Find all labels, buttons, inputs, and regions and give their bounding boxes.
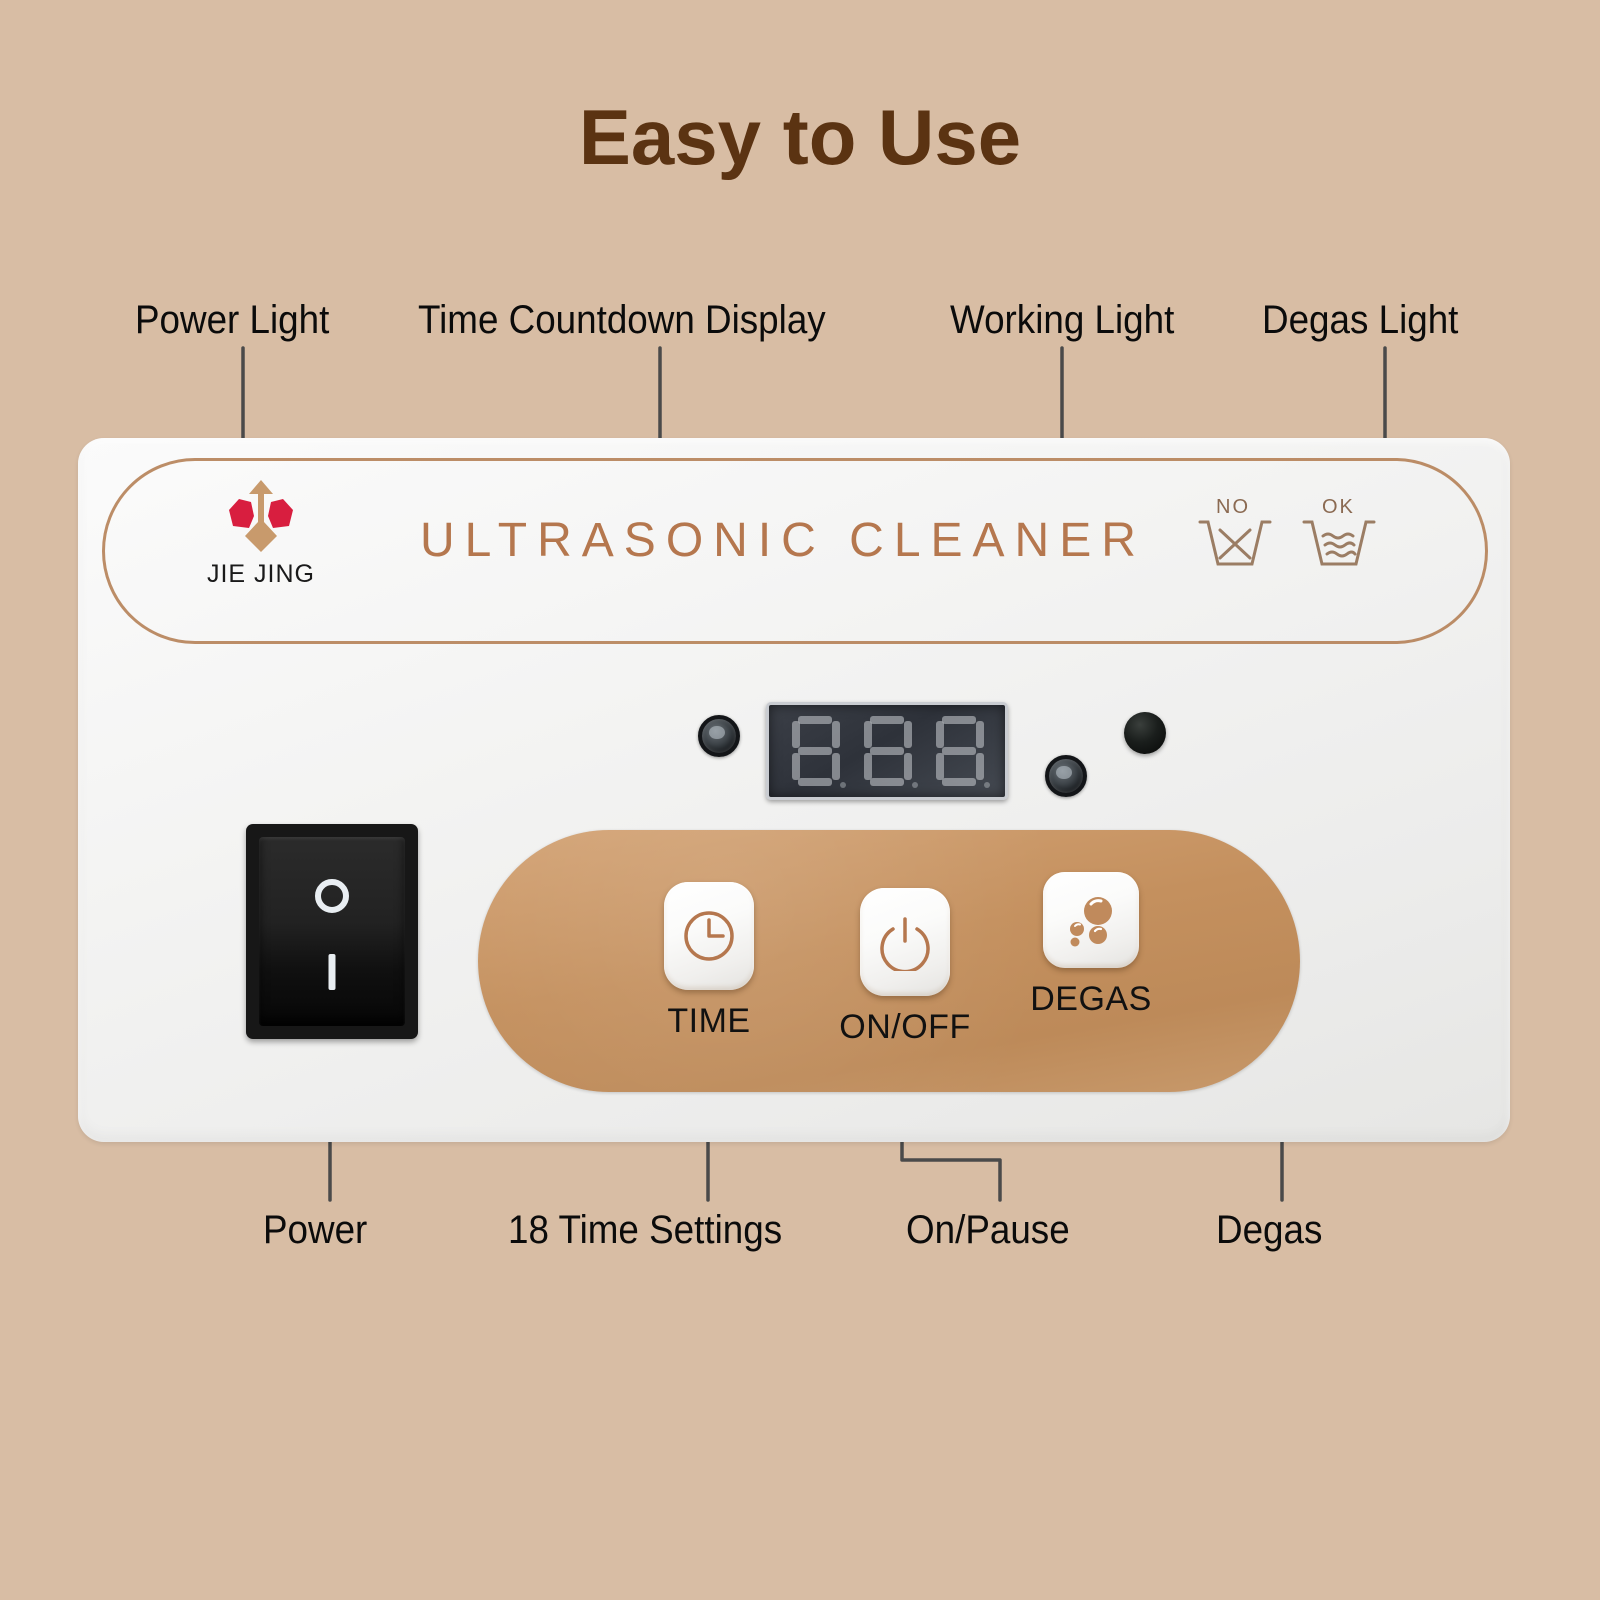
callout-time-countdown-display: Time Countdown Display: [418, 298, 826, 342]
time-button[interactable]: [664, 882, 754, 990]
brand-logo: JIE JING: [176, 478, 346, 589]
display-digit-1: [788, 714, 846, 788]
bubbles-icon: [1070, 897, 1112, 947]
usage-icons: NO OK: [1194, 496, 1394, 576]
rocker-on-symbol-icon: [328, 954, 336, 991]
callout-on-pause: On/Pause: [906, 1208, 1070, 1252]
callout-power-light: Power Light: [135, 298, 330, 342]
callout-power: Power: [263, 1208, 368, 1252]
callout-degas: Degas: [1216, 1208, 1323, 1252]
degas-button-group: DEGAS: [1016, 872, 1166, 1019]
power-icon: [880, 917, 930, 971]
power-rocker-switch[interactable]: [246, 824, 418, 1039]
power-light: [698, 715, 740, 757]
page-title: Easy to Use: [578, 93, 1022, 181]
jiejing-logo-icon: [209, 478, 313, 556]
display-digit-2: [860, 714, 918, 788]
clock-icon: [684, 911, 734, 961]
working-light: [1045, 755, 1087, 797]
onoff-button-label: ON/OFF: [839, 1008, 971, 1046]
callout-degas-light: Degas Light: [1262, 298, 1459, 342]
button-pad: TIME ON/OFF DEGAS: [478, 830, 1300, 1092]
brand-name: JIE JING: [206, 560, 315, 588]
time-countdown-display: [766, 702, 1008, 800]
display-digit-3: [932, 714, 990, 788]
callout-working-light: Working Light: [950, 298, 1175, 342]
rocker-off-symbol-icon: [315, 878, 349, 913]
rocker-face[interactable]: [259, 837, 405, 1026]
time-button-group: TIME: [634, 882, 784, 1041]
degas-button[interactable]: [1043, 872, 1139, 968]
page-root: Easy to Use Power Light Time Countdown D…: [0, 0, 1600, 1600]
onoff-button-group: ON/OFF: [830, 888, 980, 1047]
degas-button-label: DEGAS: [1030, 980, 1152, 1018]
callout-18-time-settings: 18 Time Settings: [508, 1208, 783, 1252]
time-button-label: TIME: [667, 1002, 751, 1040]
basin-ok-icon: [1302, 520, 1376, 566]
product-name: ULTRASONIC CLEANER: [420, 514, 1146, 567]
basin-no-icon: [1198, 520, 1376, 566]
degas-light: [1124, 712, 1166, 754]
onoff-button[interactable]: [860, 888, 950, 996]
